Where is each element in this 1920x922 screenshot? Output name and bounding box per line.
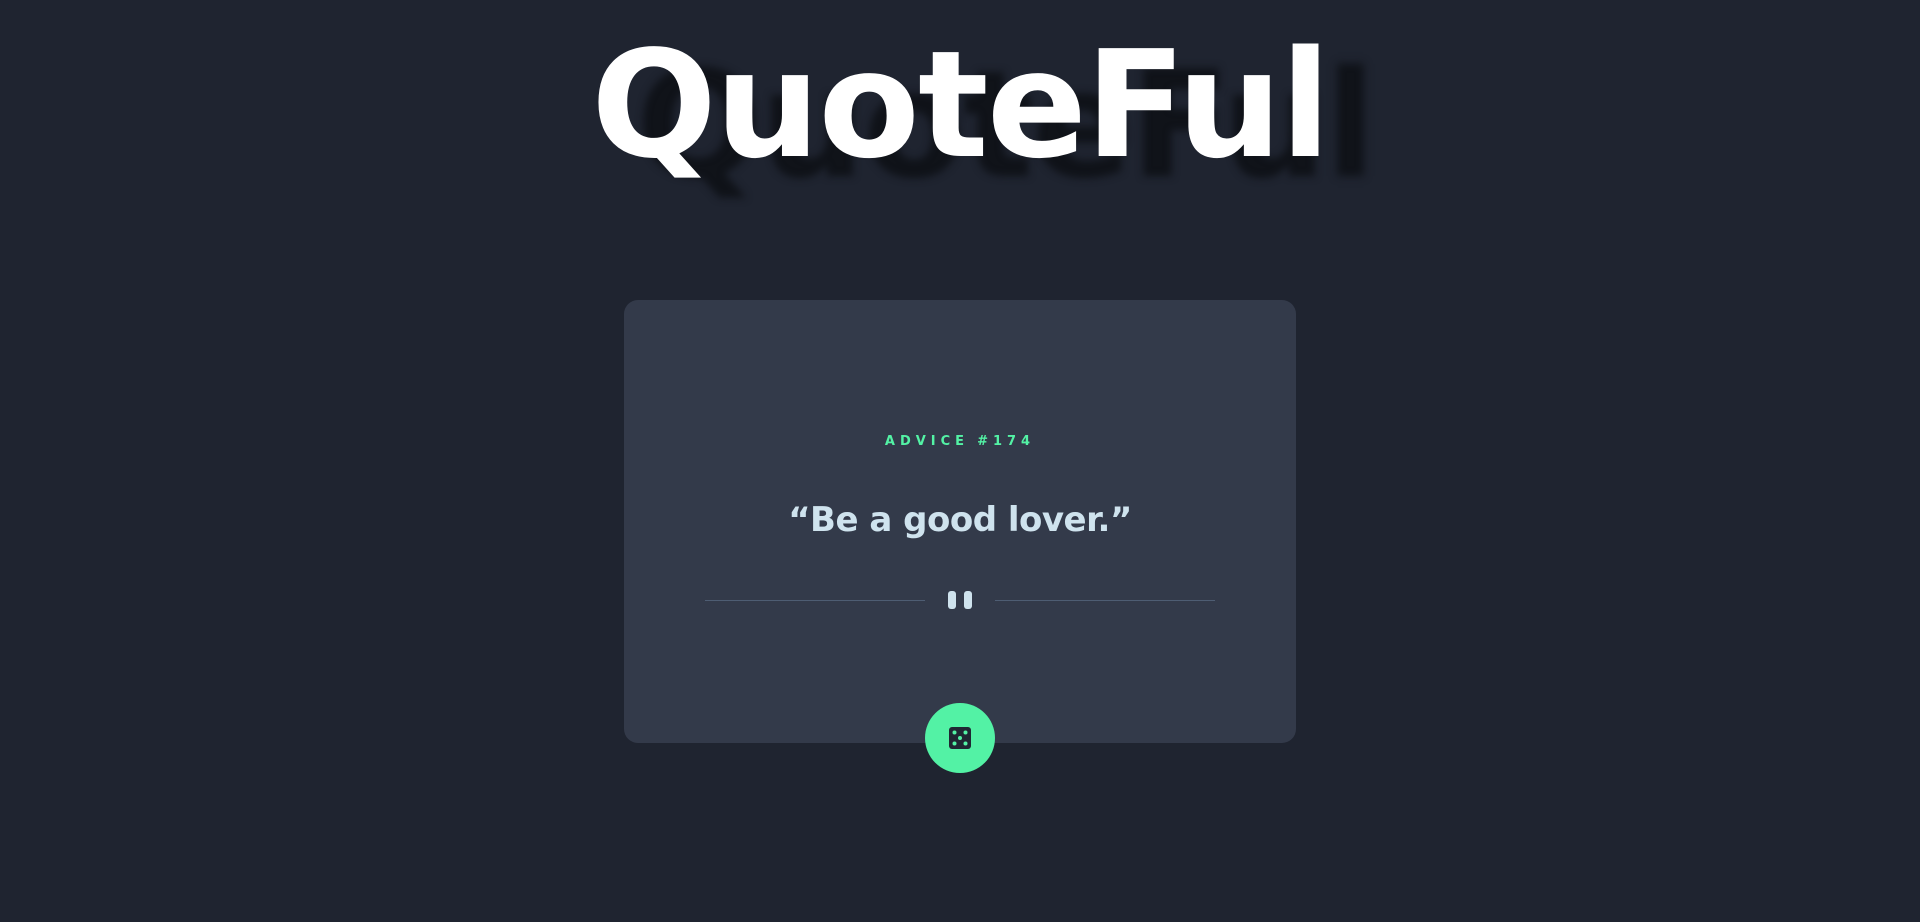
dice-icon (949, 727, 971, 749)
new-advice-button[interactable] (925, 703, 995, 773)
advice-number: #174 (977, 434, 1036, 449)
divider-line-right (995, 600, 1215, 601)
divider (705, 590, 1215, 610)
divider-line-left (705, 600, 925, 601)
app-title: QuoteFul (591, 19, 1331, 191)
advice-label: ADVICE (884, 434, 970, 449)
advice-id: ADVICE #174 (624, 434, 1296, 449)
advice-quote: “Be a good lover.” (788, 500, 1132, 540)
page: QuoteFul ADVICE #174 “Be a good lover.” (0, 0, 1920, 922)
advice-card: ADVICE #174 “Be a good lover.” (624, 300, 1296, 743)
pause-icon (946, 591, 974, 609)
